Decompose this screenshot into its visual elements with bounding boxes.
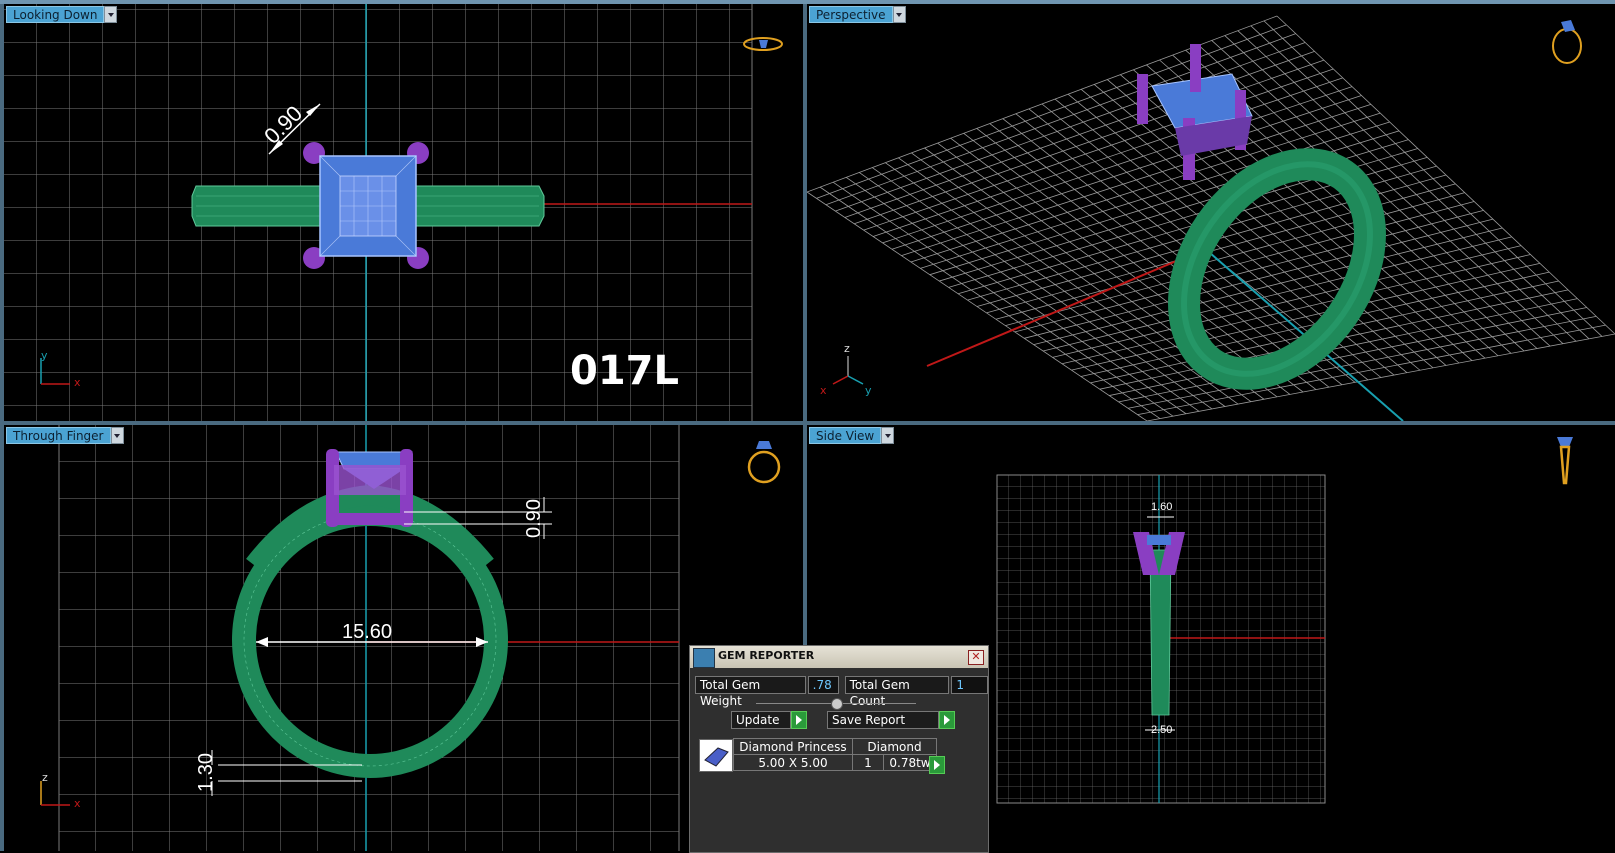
viewport-title: Perspective xyxy=(809,6,893,23)
dimension-label-top: 0.90 xyxy=(522,499,545,538)
design-id-label: 017L xyxy=(570,348,679,394)
looking-down-canvas[interactable] xyxy=(4,4,803,421)
axis-label-x: x xyxy=(74,376,81,389)
axis-label-x: x xyxy=(820,384,827,397)
gem-reporter-titlebar[interactable]: GEM REPORTER ✕ xyxy=(690,646,988,668)
axis-label-z: z xyxy=(42,771,48,784)
total-count-label: Total Gem Count xyxy=(844,676,950,708)
gem-table: Diamond Princess Diamond 5.00 X 5.00 1 0… xyxy=(733,738,937,771)
dimension-label-top: 1.60 xyxy=(1151,501,1173,513)
table-row: 5.00 X 5.00 1 0.78tw xyxy=(733,754,937,771)
chevron-down-icon[interactable] xyxy=(104,6,118,23)
gem-count-cell: 1 xyxy=(852,754,884,771)
gem-shape-cell: Diamond Princess xyxy=(733,738,853,755)
play-arrow-icon[interactable] xyxy=(929,756,945,774)
chevron-down-icon[interactable] xyxy=(881,427,895,444)
play-arrow-icon[interactable] xyxy=(791,711,807,729)
viewport-label-looking-down[interactable]: Looking Down xyxy=(6,6,118,23)
axis-label-z: z xyxy=(844,342,850,355)
dimension-label-inner: 15.60 xyxy=(342,621,393,643)
dimension-label-bottom: 2.50 xyxy=(1151,724,1173,736)
chevron-down-icon[interactable] xyxy=(892,6,906,23)
axis-label-y: y xyxy=(865,384,872,397)
viewport-perspective[interactable]: Perspective z x y xyxy=(807,4,1615,421)
save-report-button[interactable]: Save Report xyxy=(827,711,939,729)
viewport-looking-down[interactable]: Looking Down 017L 0.90 y x xyxy=(4,4,803,421)
play-arrow-icon[interactable] xyxy=(939,711,955,729)
gem-type-cell: Diamond xyxy=(852,738,937,755)
gem-reporter-logo-icon xyxy=(693,648,715,668)
gem-reporter-panel: GEM REPORTER ✕ Total Gem Weight .78 Tota… xyxy=(689,645,989,853)
viewport-title: Looking Down xyxy=(6,6,105,23)
collapse-handle[interactable] xyxy=(831,698,843,710)
total-weight-value: .78 xyxy=(807,676,839,694)
totals-row: Total Gem Weight .78 Total Gem Count 1 xyxy=(695,676,988,708)
update-button[interactable]: Update xyxy=(731,711,791,729)
viewport-through-finger[interactable]: Through Finger 15.60 0.90 1.30 z x xyxy=(4,425,803,851)
viewport-title: Side View xyxy=(809,427,882,444)
total-weight-label: Total Gem Weight xyxy=(695,676,806,708)
gem-size-cell: 5.00 X 5.00 xyxy=(733,754,853,771)
diamond-icon xyxy=(704,747,729,767)
table-row: Diamond Princess Diamond xyxy=(733,738,937,755)
viewport-label-perspective[interactable]: Perspective xyxy=(809,6,906,23)
chevron-down-icon[interactable] xyxy=(110,427,124,444)
dimension-label-bottom: 1.30 xyxy=(194,753,217,792)
viewport-title: Through Finger xyxy=(6,427,111,444)
perspective-canvas[interactable] xyxy=(807,4,1615,421)
viewport-label-side-view[interactable]: Side View xyxy=(809,427,895,444)
total-count-value: 1 xyxy=(951,676,988,694)
gem-thumbnail[interactable] xyxy=(699,739,733,772)
actions-row: Update Save Report xyxy=(731,711,955,729)
through-finger-canvas[interactable] xyxy=(4,425,803,851)
axis-label-x: x xyxy=(74,797,81,810)
gem-reporter-title: GEM REPORTER xyxy=(718,649,815,662)
viewport-label-through-finger[interactable]: Through Finger xyxy=(6,427,124,444)
axis-label-y: y xyxy=(41,349,48,362)
close-icon[interactable]: ✕ xyxy=(968,650,984,665)
